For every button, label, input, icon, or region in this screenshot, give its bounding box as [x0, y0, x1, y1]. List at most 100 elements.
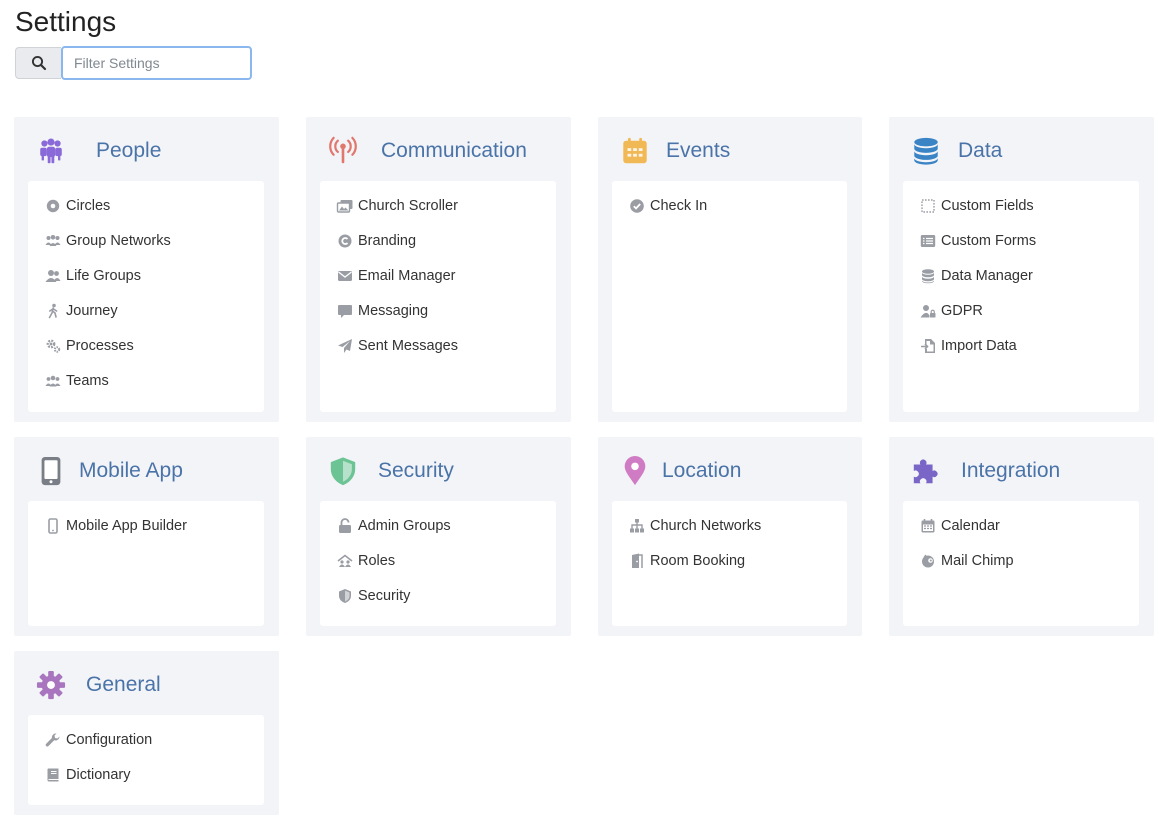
- sitemap-icon: [628, 518, 646, 534]
- settings-link-processes[interactable]: Processes: [44, 335, 134, 357]
- roles-icon: [336, 553, 354, 569]
- card-header[interactable]: Mobile App: [14, 437, 279, 501]
- door-icon: [628, 553, 646, 569]
- settings-link-branding[interactable]: Branding: [336, 230, 416, 252]
- settings-link-security[interactable]: Security: [336, 585, 410, 607]
- settings-link-label: Email Manager: [358, 268, 456, 284]
- settings-link-label: Branding: [358, 233, 417, 249]
- settings-link-label: Journey: [66, 303, 118, 319]
- settings-link-calendar[interactable]: Calendar: [919, 515, 1000, 537]
- card-header[interactable]: Integration: [889, 437, 1154, 501]
- file-import-icon: [919, 338, 937, 354]
- copyright-icon: [336, 233, 354, 249]
- calendar-icon: [919, 518, 937, 534]
- card-links: Church Networks Room Booking: [612, 501, 847, 626]
- settings-link-configuration[interactable]: Configuration: [44, 729, 152, 751]
- card-links: Church Scroller Branding Email Manager Mess…: [320, 181, 556, 412]
- settings-link-life-groups[interactable]: Life Groups: [44, 265, 141, 287]
- settings-link-label: Church Networks: [650, 518, 762, 534]
- group-networks-icon: [44, 233, 62, 249]
- cog-icon: [36, 669, 66, 701]
- users-icon: [44, 268, 62, 284]
- card-header[interactable]: General: [14, 651, 279, 715]
- settings-link-gdpr[interactable]: GDPR: [919, 300, 983, 322]
- card-links: Custom Fields Custom Forms Data Manager GDP…: [903, 181, 1139, 412]
- mobile-icon: [44, 518, 62, 534]
- settings-link-check-in[interactable]: Check In: [628, 195, 707, 217]
- settings-link-mobile-app-builder[interactable]: Mobile App Builder: [44, 515, 187, 537]
- settings-link-mail-chimp[interactable]: Mail Chimp: [919, 550, 1014, 572]
- settings-link-label: Messaging: [358, 303, 429, 319]
- unlock-icon: [336, 518, 354, 534]
- settings-link-label: Processes: [66, 338, 134, 354]
- mailchimp-icon: [919, 553, 937, 569]
- settings-link-label: Group Networks: [66, 233, 171, 249]
- settings-link-group-networks[interactable]: Group Networks: [44, 230, 171, 252]
- settings-card-location: Location Church Networks Room Booking: [598, 437, 862, 636]
- shield-icon: [328, 455, 358, 487]
- settings-link-label: Circles: [66, 198, 111, 214]
- settings-link-sent-messages[interactable]: Sent Messages: [336, 335, 458, 357]
- settings-link-messaging[interactable]: Messaging: [336, 300, 428, 322]
- shield-icon: [336, 588, 354, 604]
- settings-link-custom-forms[interactable]: Custom Forms: [919, 230, 1036, 252]
- settings-link-roles[interactable]: Roles: [336, 550, 395, 572]
- settings-link-label: Room Booking: [650, 553, 746, 569]
- settings-link-dictionary[interactable]: Dictionary: [44, 764, 130, 786]
- mobile-icon: [36, 455, 66, 487]
- card-title: General: [86, 673, 161, 696]
- card-links: Calendar Mail Chimp: [903, 501, 1139, 626]
- search-bar: [15, 46, 252, 80]
- card-header[interactable]: Events: [598, 117, 862, 181]
- settings-link-label: Custom Forms: [941, 233, 1037, 249]
- dotted-square-icon: [919, 198, 937, 214]
- puzzle-piece-icon: [911, 455, 941, 487]
- settings-link-teams[interactable]: Teams: [44, 370, 109, 392]
- settings-link-journey[interactable]: Journey: [44, 300, 118, 322]
- settings-link-church-scroller[interactable]: Church Scroller: [336, 195, 458, 217]
- settings-card-general: General Configuration Dictionary: [14, 651, 279, 815]
- card-title: Data: [958, 139, 1003, 162]
- envelope-icon: [336, 268, 354, 284]
- settings-link-label: Dictionary: [66, 767, 131, 783]
- card-header[interactable]: Security: [306, 437, 571, 501]
- settings-link-label: Mail Chimp: [941, 553, 1014, 569]
- settings-link-label: Calendar: [941, 518, 1000, 534]
- settings-link-import-data[interactable]: Import Data: [919, 335, 1017, 357]
- card-title: Mobile App: [79, 459, 183, 482]
- card-links: Check In: [612, 181, 847, 412]
- settings-link-church-networks[interactable]: Church Networks: [628, 515, 761, 537]
- filter-settings-input[interactable]: [61, 46, 252, 80]
- settings-link-email-manager[interactable]: Email Manager: [336, 265, 456, 287]
- teams-icon: [44, 373, 62, 389]
- database-icon: [919, 268, 937, 284]
- card-title: People: [96, 139, 162, 162]
- card-header[interactable]: Data: [889, 117, 1154, 181]
- card-links: Mobile App Builder: [28, 501, 264, 626]
- settings-link-room-booking[interactable]: Room Booking: [628, 550, 745, 572]
- card-title: Security: [378, 459, 454, 482]
- settings-card-security: Security Admin Groups Roles Security: [306, 437, 571, 636]
- settings-link-label: Import Data: [941, 338, 1017, 354]
- settings-link-label: Mobile App Builder: [66, 518, 187, 534]
- people-icon: [36, 135, 66, 167]
- settings-link-custom-fields[interactable]: Custom Fields: [919, 195, 1034, 217]
- card-title: Location: [662, 459, 742, 482]
- card-links: Configuration Dictionary: [28, 715, 264, 805]
- settings-link-label: Roles: [358, 553, 396, 569]
- settings-card-integration: Integration Calendar Mail Chimp: [889, 437, 1154, 636]
- paper-plane-icon: [336, 338, 354, 354]
- settings-card-events: Events Check In: [598, 117, 862, 422]
- search-button[interactable]: [15, 47, 61, 79]
- card-header[interactable]: Location: [598, 437, 862, 501]
- settings-link-label: Data Manager: [941, 268, 1033, 284]
- card-header[interactable]: Communication: [306, 117, 571, 181]
- card-header[interactable]: People: [14, 117, 279, 181]
- map-marker-icon: [620, 455, 650, 487]
- settings-link-admin-groups[interactable]: Admin Groups: [336, 515, 451, 537]
- card-title: Events: [666, 139, 731, 162]
- search-icon: [31, 55, 46, 71]
- settings-link-data-manager[interactable]: Data Manager: [919, 265, 1033, 287]
- comment-icon: [336, 303, 354, 319]
- settings-link-circles[interactable]: Circles: [44, 195, 110, 217]
